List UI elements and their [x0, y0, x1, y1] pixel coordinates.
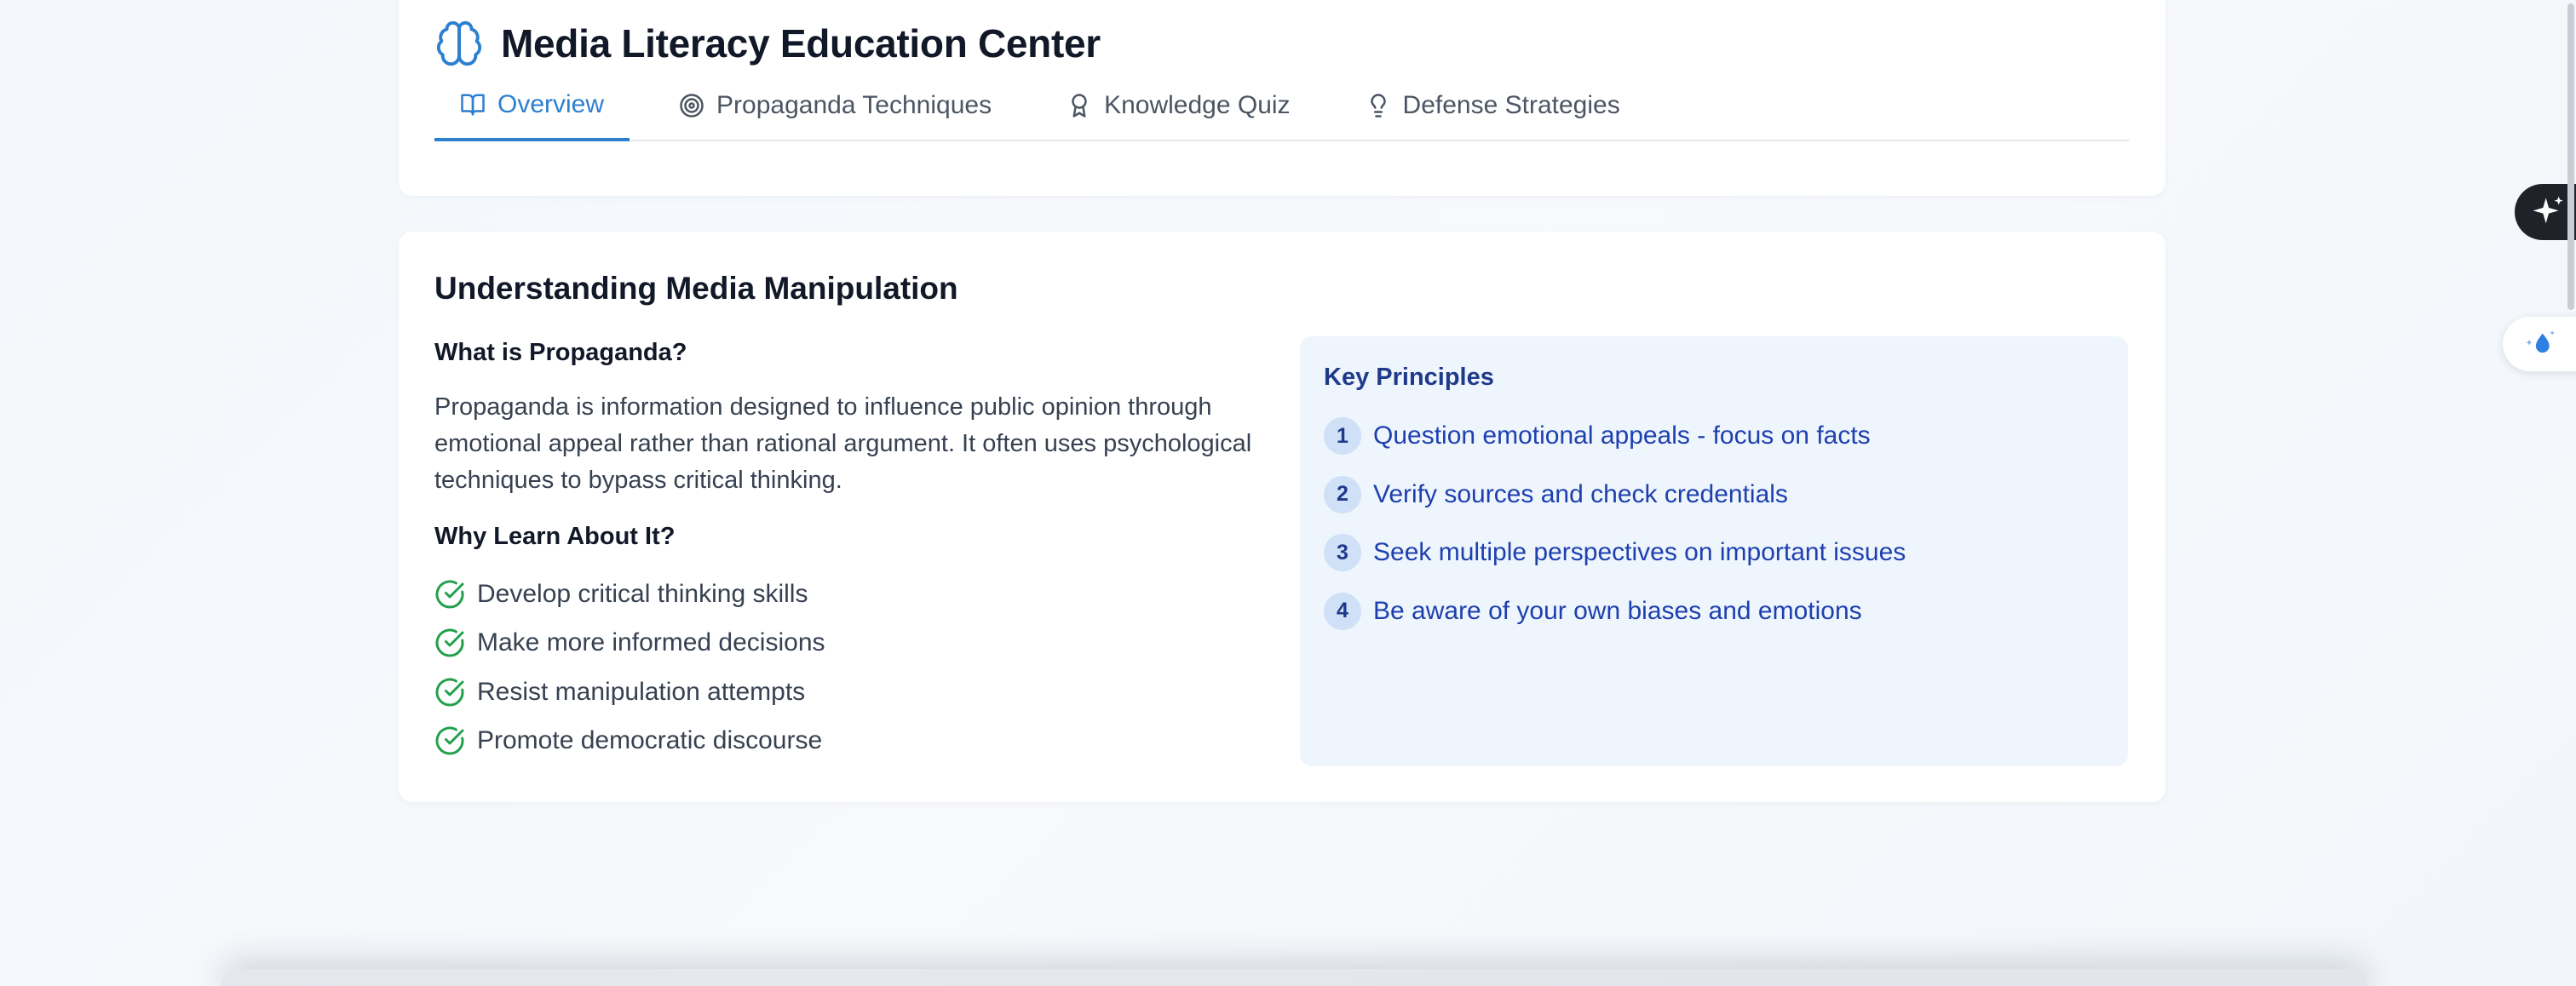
droplet-sparkle-icon [2526, 330, 2555, 353]
award-icon [1072, 94, 1087, 118]
section-title: Understanding Media Manipulation [434, 271, 958, 306]
check-circle-icon [435, 678, 464, 707]
number-badge: 3 [1324, 534, 1361, 572]
tab-label: Overview [497, 90, 605, 118]
header-card: Media Literacy Education Center Overview… [399, 0, 2165, 196]
scrollbar-thumb[interactable] [2567, 3, 2574, 310]
number-badge: 1 [1324, 417, 1361, 456]
principle-text: Question emotional appeals - focus on fa… [1373, 421, 1871, 450]
propaganda-info: What is Propaganda? Propaganda is inform… [434, 339, 1252, 765]
tab-overview[interactable]: Overview [434, 72, 630, 141]
tab-defense-strategies[interactable]: Defense Strategies [1340, 72, 1646, 140]
check-circle-icon [435, 628, 464, 657]
principle-text: Be aware of your own biases and emotions [1373, 596, 1862, 625]
tab-label: Defense Strategies [1402, 91, 1620, 119]
what-heading: What is Propaganda? [434, 339, 687, 366]
number-badge: 4 [1324, 592, 1361, 630]
list-item: 1 Question emotional appeals - focus on … [1324, 407, 2104, 466]
benefit-text: Make more informed decisions [477, 628, 825, 657]
benefit-text: Resist manipulation attempts [477, 677, 806, 706]
book-open-icon [461, 94, 485, 116]
benefit-text: Develop critical thinking skills [477, 579, 808, 608]
list-item: Develop critical thinking skills [434, 570, 1252, 619]
number-badge: 2 [1324, 475, 1361, 513]
tab-bar: Overview Propaganda Techniques Knowledge… [434, 72, 2130, 141]
bottom-panel-edge [221, 969, 2368, 986]
check-circle-icon [435, 726, 464, 755]
sparkle-icon [2533, 196, 2563, 224]
lightbulb-icon [1370, 94, 1386, 118]
list-item: 2 Verify sources and check credentials [1324, 466, 2104, 525]
check-circle-icon [435, 580, 464, 609]
brand: Media Literacy Education Center [434, 19, 1101, 68]
why-heading: Why Learn About It? [434, 523, 676, 550]
target-icon [680, 94, 704, 118]
tab-knowledge-quiz[interactable]: Knowledge Quiz [1041, 72, 1315, 140]
list-item: 4 Be aware of your own biases and emotio… [1324, 582, 2104, 641]
page: Media Literacy Education Center Overview… [0, 0, 2576, 986]
app-title: Media Literacy Education Center [501, 21, 1101, 66]
brain-icon [436, 20, 482, 66]
tab-propaganda-techniques[interactable]: Propaganda Techniques [653, 72, 1017, 140]
principle-text: Seek multiple perspectives on important … [1373, 538, 1906, 567]
list-item: Make more informed decisions [434, 619, 1252, 668]
benefits-list: Develop critical thinking skills Make mo… [434, 570, 1252, 765]
tab-label: Propaganda Techniques [716, 91, 992, 119]
tab-label: Knowledge Quiz [1104, 91, 1291, 119]
principles-title: Key Principles [1324, 364, 1494, 391]
overview-card: Understanding Media Manipulation What is… [399, 232, 2165, 802]
what-description: Propaganda is information designed to in… [434, 393, 1252, 494]
key-principles-panel: Key Principles 1 Question emotional appe… [1300, 336, 2128, 766]
list-item: Resist manipulation attempts [434, 668, 1252, 717]
principles-list: 1 Question emotional appeals - focus on … [1324, 407, 2104, 640]
list-item: 3 Seek multiple perspectives on importan… [1324, 524, 2104, 582]
principle-text: Verify sources and check credentials [1373, 479, 1788, 508]
benefit-text: Promote democratic discourse [477, 726, 823, 755]
list-item: Promote democratic discourse [434, 717, 1252, 766]
